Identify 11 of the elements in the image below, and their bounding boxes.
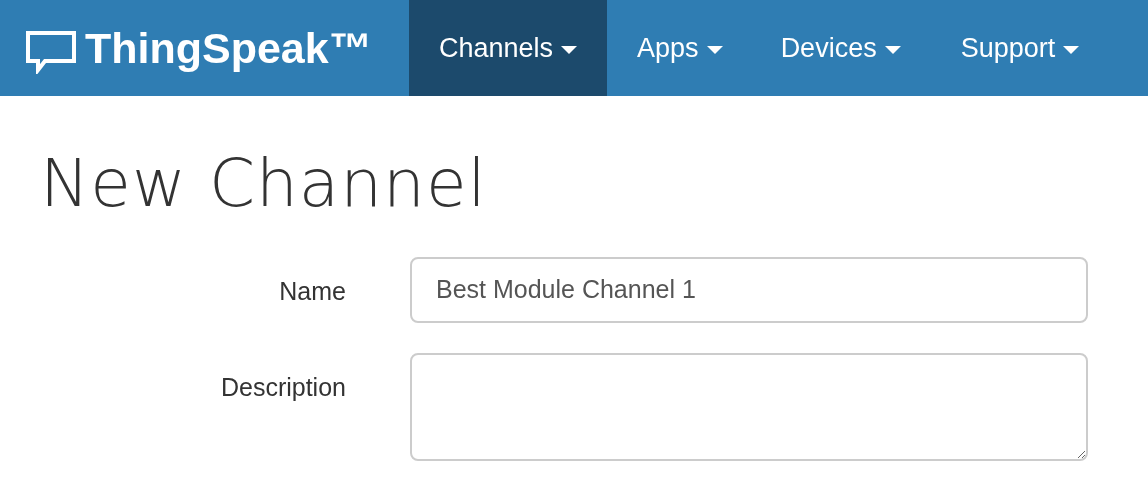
description-field[interactable] <box>410 352 1088 461</box>
speech-bubble-icon <box>25 30 77 74</box>
field-label: Name <box>278 275 347 306</box>
field-label: Description <box>219 371 347 402</box>
nav-tab[interactable]: Devices <box>752 0 931 96</box>
nav-tab[interactable]: Support <box>930 0 1110 96</box>
name-field[interactable]: Best Module Channel 1 <box>410 256 1088 323</box>
nav-tab[interactable]: Channels <box>409 0 608 96</box>
nav-tab[interactable]: Apps <box>607 0 753 96</box>
logo-text[interactable]: ThingSpeak™ <box>85 23 372 73</box>
page-title: New Channel <box>40 148 488 221</box>
